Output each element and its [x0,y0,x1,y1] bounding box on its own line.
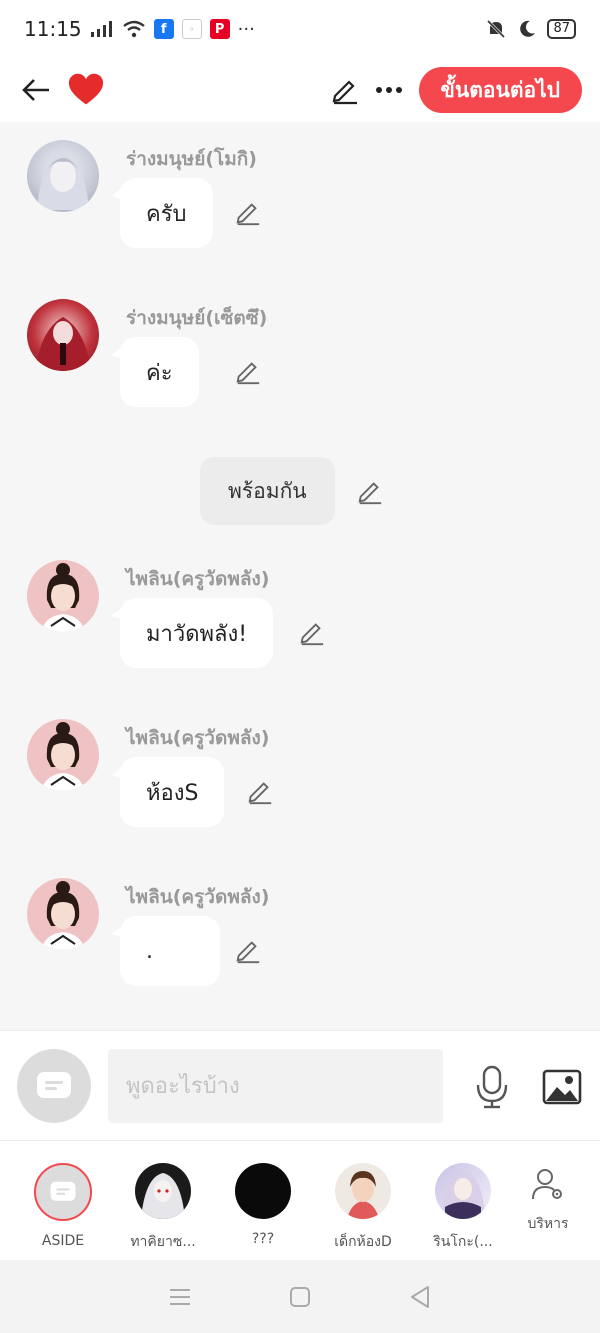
avatar[interactable] [27,719,99,791]
avatar[interactable] [27,140,99,212]
chat-toggle-icon [50,1181,76,1201]
system-back-button[interactable] [402,1279,438,1315]
avatar [435,1163,491,1219]
line-app-icon: ◦ [181,19,202,39]
edit-message-button[interactable] [356,477,384,505]
character-portrait-icon [37,152,89,210]
status-more: ··· [237,18,255,40]
sender-name: ไพลิน(ครูวัดพลัง) [126,568,270,590]
character-item[interactable]: เด็กห้องD [313,1163,413,1253]
pencil-icon [236,203,260,226]
favorite-button[interactable] [68,72,104,108]
manage-characters-button[interactable]: บริหาร [512,1167,584,1235]
message-bubble[interactable]: ค่ะ [111,337,199,407]
avatar[interactable] [27,878,99,950]
home-square-icon [290,1286,310,1307]
character-name: ทาคิยาซ... [130,1234,196,1250]
message-bubble[interactable]: ครับ [111,178,213,248]
edit-message-button[interactable] [234,357,262,385]
back-arrow-icon [22,79,49,101]
pinterest-icon: P [209,19,230,39]
back-triangle-icon [411,1285,429,1308]
sender-name: ไพลิน(ครูวัดพลัง) [126,727,270,749]
battery-icon: 87 [547,19,576,39]
moon-icon [520,20,536,37]
status-time: 11:15 [24,17,82,41]
character-name: ??? [251,1231,275,1247]
message-bubble[interactable]: มาวัดพลัง! [110,598,274,668]
edit-message-button[interactable] [234,936,262,964]
sender-name: ไพลิน(ครูวัดพลัง) [126,886,270,908]
character-portrait-icon [35,317,91,371]
home-button[interactable] [282,1279,318,1315]
narration-bubble[interactable]: พร้อมกัน [200,457,335,525]
character-portrait-icon [141,1173,185,1219]
character-item[interactable]: ??? [213,1163,313,1247]
avatar [135,1163,191,1219]
message-input[interactable] [108,1049,443,1123]
character-bar: ASIDE ทาคิยาซ... ??? เด็กห้องD รินโกะ(..… [0,1140,600,1260]
pencil-icon [332,80,357,105]
edit-message-button[interactable] [298,618,326,646]
chat-area[interactable]: ร่างมนุษย์(โมกิ) ครับ ร่างมนุษย์(เซ็ตซึ)… [0,122,600,1030]
system-nav-bar [0,1260,600,1333]
character-portrait-icon [41,563,85,632]
aside-avatar [34,1163,92,1221]
top-bar: ขั้นตอนต่อไป [0,58,600,122]
character-portrait-icon [41,722,85,791]
sender-name: ร่างมนุษย์(เซ็ตซึ) [126,307,268,329]
manage-label: บริหาร [527,1216,569,1232]
chat-toggle-icon [37,1072,71,1098]
status-bar: 11:15 f ◦ P ··· 87 [0,0,600,58]
voice-button[interactable] [470,1065,514,1109]
manage-user-icon [532,1169,562,1200]
edit-message-button[interactable] [246,777,274,805]
next-step-button[interactable]: ขั้นตอนต่อไป [418,67,582,113]
edit-message-button[interactable] [234,198,262,226]
pencil-icon [248,782,272,805]
chat-toggle-button[interactable] [17,1049,91,1123]
signal-icon [90,21,112,37]
sender-name: ร่างมนุษย์(โมกิ) [126,148,257,170]
edit-button[interactable] [327,72,363,108]
pencil-icon [300,623,324,646]
character-item[interactable]: รินโกะ(... [413,1163,513,1253]
menu-icon [170,1288,190,1305]
character-portrait-icon [41,881,85,950]
mute-icon [487,19,506,39]
avatar [335,1163,391,1219]
pencil-icon [236,362,260,385]
microphone-icon [476,1065,508,1109]
menu-button[interactable] [162,1279,198,1315]
message-bubble[interactable]: . [111,916,220,986]
more-button[interactable] [371,72,407,108]
facebook-icon: f [153,19,174,39]
pencil-icon [358,482,382,505]
character-portrait-icon [441,1171,485,1219]
character-name: รินโกะ(... [433,1234,493,1250]
more-icon [375,87,402,93]
image-button[interactable] [540,1065,584,1109]
image-icon [542,1069,582,1105]
pencil-icon [236,941,260,964]
character-portrait-icon [347,1171,379,1219]
avatar[interactable] [27,299,99,371]
character-aside[interactable]: ASIDE [13,1163,113,1249]
input-bar [0,1030,600,1140]
avatar[interactable] [27,560,99,632]
heart-icon [68,73,104,105]
character-item[interactable]: ทาคิยาซ... [113,1163,213,1253]
avatar [235,1163,291,1219]
character-name: เด็กห้องD [334,1234,392,1250]
message-bubble[interactable]: ห้องS [110,757,225,827]
character-name: ASIDE [41,1233,85,1249]
back-button[interactable] [18,72,54,108]
wifi-icon [122,20,145,38]
